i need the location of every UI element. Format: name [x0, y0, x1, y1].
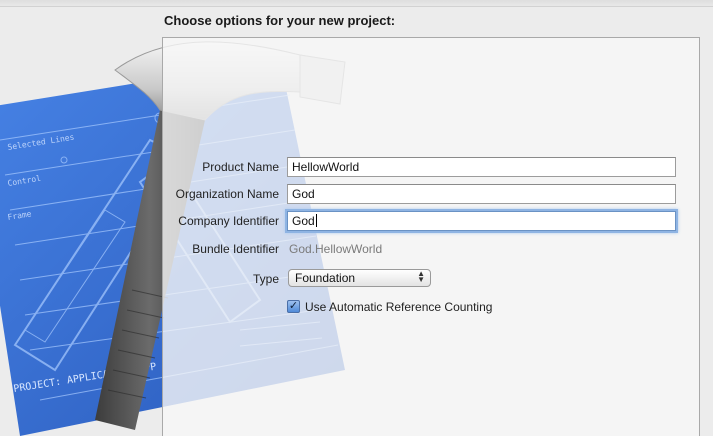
- checkmark-icon: ✓: [288, 300, 299, 312]
- arc-checkbox[interactable]: ✓: [287, 300, 300, 313]
- bundle-identifier-label: Bundle Identifier: [192, 242, 279, 256]
- bundle-identifier-value: God.HellowWorld: [289, 242, 383, 256]
- product-name-label: Product Name: [202, 160, 279, 174]
- organization-name-field[interactable]: God: [287, 184, 676, 204]
- type-popup-button[interactable]: Foundation ▲ ▼: [288, 269, 431, 287]
- organization-name-value: God: [292, 187, 315, 201]
- organization-name-label: Organization Name: [175, 187, 279, 201]
- product-name-value: HellowWorld: [292, 160, 360, 174]
- type-label: Type: [252, 272, 279, 286]
- text-caret: [315, 214, 317, 227]
- company-identifier-value: God: [292, 214, 315, 228]
- company-identifier-label: Company Identifier: [178, 214, 279, 228]
- arc-checkbox-label[interactable]: Use Automatic Reference Counting: [305, 300, 492, 314]
- company-identifier-field[interactable]: God: [287, 211, 676, 231]
- page-title: Choose options for your new project:: [164, 13, 396, 28]
- product-name-field[interactable]: HellowWorld: [287, 157, 676, 177]
- options-panel: [162, 37, 700, 436]
- popup-arrows-icon: ▲ ▼: [417, 269, 425, 284]
- type-selected-value: Foundation: [295, 271, 356, 285]
